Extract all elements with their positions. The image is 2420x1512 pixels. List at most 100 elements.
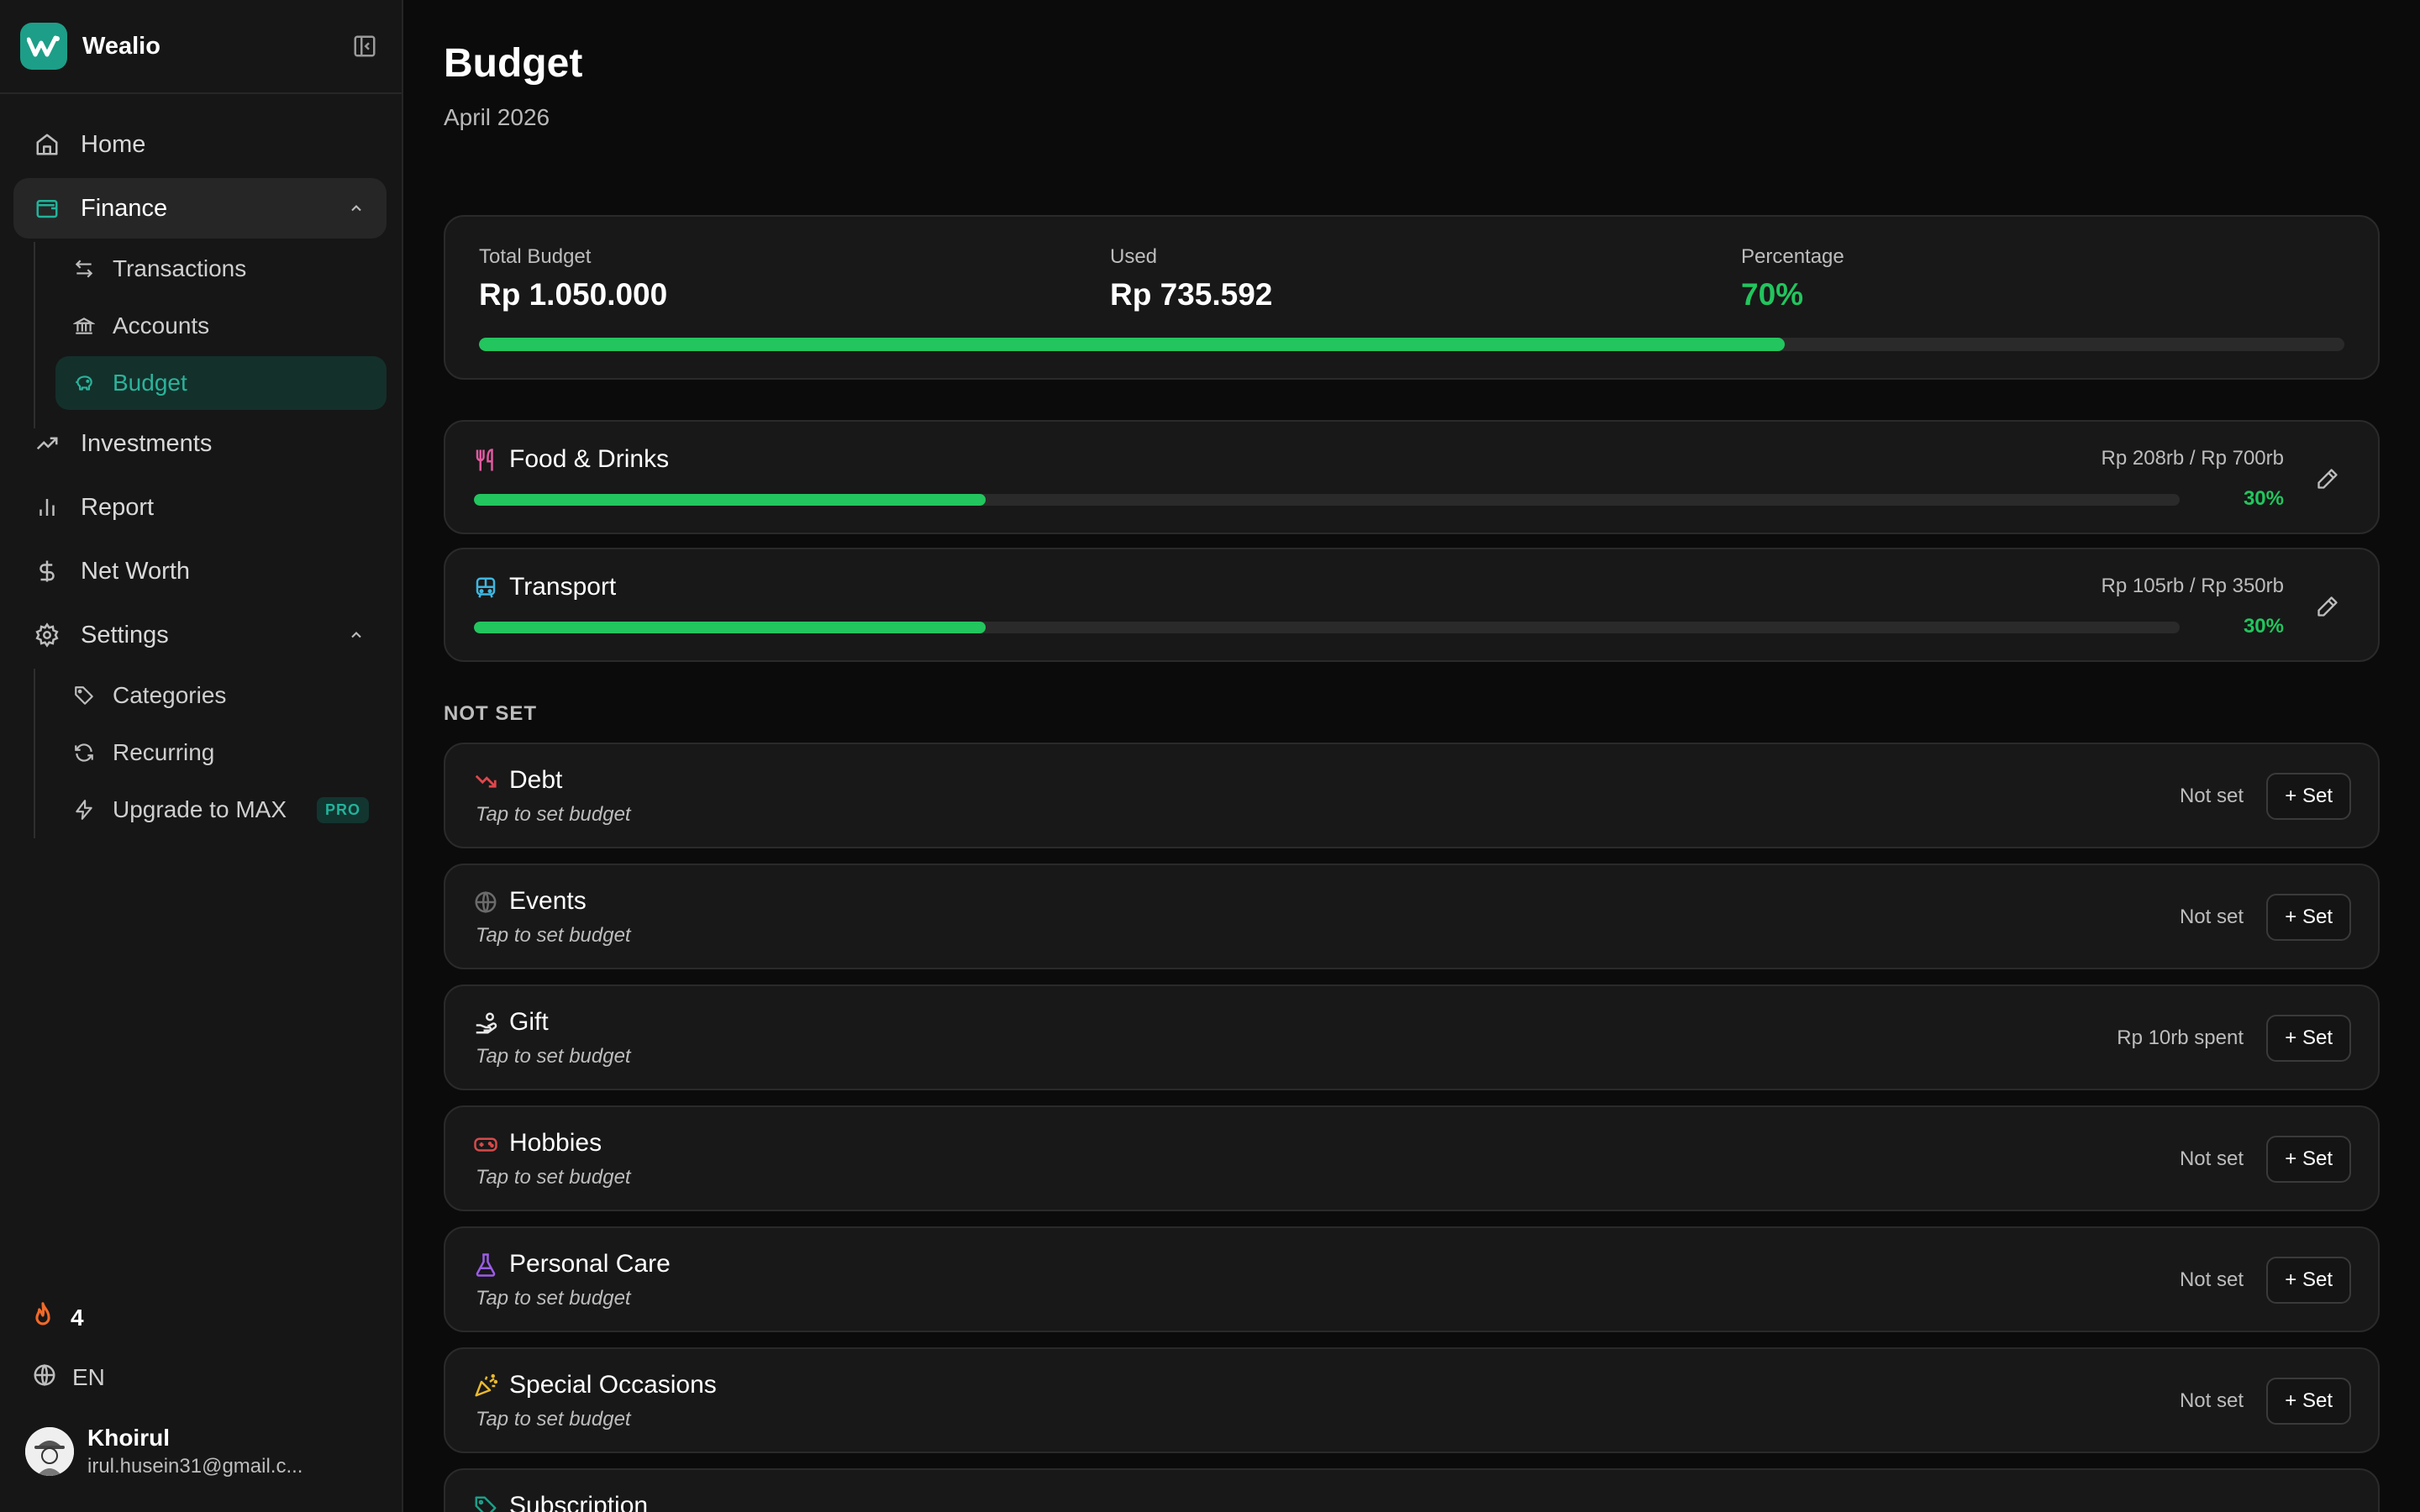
budget-status: Not set xyxy=(2179,1389,2244,1412)
not-set-card-events[interactable]: Events Tap to set budget Not set + Set xyxy=(444,864,2380,969)
budget-category-name: Transport xyxy=(509,573,617,601)
budget-amount: Rp 208rb / Rp 700rb xyxy=(2101,447,2284,470)
language-selector[interactable]: EN xyxy=(32,1362,105,1392)
used-label: Used xyxy=(1110,245,1158,268)
lightning-icon xyxy=(71,796,97,823)
flame-icon xyxy=(29,1300,57,1335)
used-value: Rp 735.592 xyxy=(1110,277,1273,312)
dollar-icon xyxy=(32,556,62,586)
bank-icon xyxy=(71,312,97,339)
sidebar-item-investments[interactable]: Investments xyxy=(13,413,387,474)
user-profile[interactable]: Khoirul irul.husein31@gmail.c... xyxy=(25,1425,302,1478)
budget-card-transport[interactable]: Transport Rp 105rb / Rp 350rb 30% xyxy=(444,548,2380,662)
wallet-icon xyxy=(32,193,62,223)
budget-status: Rp 10rb spent xyxy=(2117,1026,2244,1049)
refresh-icon xyxy=(71,739,97,766)
total-budget-value: Rp 1.050.000 xyxy=(479,277,668,312)
category-name: Subscription xyxy=(509,1492,649,1512)
gamepad-icon xyxy=(472,1131,499,1158)
sidebar-item-label: Categories xyxy=(113,682,227,708)
budget-progress-bar xyxy=(474,494,2180,506)
sidebar-item-label: Upgrade to MAX xyxy=(113,796,287,822)
user-name: Khoirul xyxy=(87,1425,170,1451)
sidebar-item-settings[interactable]: Settings xyxy=(13,605,387,665)
set-budget-hint: Tap to set budget xyxy=(476,1045,631,1068)
sidebar-item-report[interactable]: Report xyxy=(13,477,387,538)
set-budget-button[interactable]: + Set xyxy=(2266,1378,2351,1425)
sidebar-item-finance[interactable]: Finance xyxy=(13,178,387,239)
budget-progress-bar xyxy=(474,622,2180,633)
budget-card-food-drinks[interactable]: Food & Drinks Rp 208rb / Rp 700rb 30% xyxy=(444,420,2380,534)
sidebar-item-label: Recurring xyxy=(113,739,215,765)
sidebar-item-home[interactable]: Home xyxy=(13,114,387,175)
streak-counter[interactable]: 4 xyxy=(29,1300,84,1335)
sidebar-item-label: Home xyxy=(81,130,146,158)
budget-amount: Rp 105rb / Rp 350rb xyxy=(2101,575,2284,597)
budget-status: Not set xyxy=(2179,906,2244,928)
not-set-section-label: NOT SET xyxy=(444,702,538,725)
sidebar-item-label: Finance xyxy=(81,194,168,222)
arrows-left-right-icon xyxy=(71,255,97,282)
settings-submenu-line xyxy=(34,669,35,838)
not-set-card-personal-care[interactable]: Personal Care Tap to set budget Not set … xyxy=(444,1226,2380,1332)
gear-icon xyxy=(32,620,62,650)
globe-icon xyxy=(472,889,499,916)
budget-progress-fill xyxy=(474,622,986,633)
not-set-card-special-occasions[interactable]: Special Occasions Tap to set budget Not … xyxy=(444,1347,2380,1453)
pro-badge: PRO xyxy=(317,796,370,823)
percentage-block: Percentage 70% xyxy=(1741,245,1844,312)
set-budget-button[interactable]: + Set xyxy=(2266,1257,2351,1304)
sidebar-item-transactions[interactable]: Transactions xyxy=(55,242,387,296)
sidebar-item-recurring[interactable]: Recurring xyxy=(55,726,387,780)
chevron-up-icon xyxy=(345,623,368,647)
sidebar-item-label: Budget xyxy=(113,370,187,396)
edit-pencil-icon[interactable] xyxy=(2311,590,2344,623)
sidebar: Wealio Home Finance Transactions Account… xyxy=(0,0,403,1512)
sidebar-collapse-icon[interactable] xyxy=(348,29,381,63)
percentage-label: Percentage xyxy=(1741,245,1844,268)
category-name: Special Occasions xyxy=(509,1371,717,1399)
globe-icon xyxy=(32,1362,57,1392)
sidebar-item-accounts[interactable]: Accounts xyxy=(55,299,387,353)
trending-up-icon xyxy=(32,428,62,459)
wealio-logo-icon xyxy=(20,23,67,70)
avatar xyxy=(25,1427,74,1476)
language-label: EN xyxy=(72,1363,105,1390)
hand-coins-icon xyxy=(472,1010,499,1037)
set-budget-button[interactable]: + Set xyxy=(2266,1136,2351,1183)
not-set-card-gift[interactable]: Gift Tap to set budget Rp 10rb spent + S… xyxy=(444,984,2380,1090)
summary-progress-bar xyxy=(479,338,2344,351)
sidebar-item-upgrade[interactable]: Upgrade to MAX PRO xyxy=(55,783,387,837)
set-budget-button[interactable]: + Set xyxy=(2266,894,2351,941)
budget-summary-card: Total Budget Rp 1.050.000 Used Rp 735.59… xyxy=(444,215,2380,380)
bus-icon xyxy=(472,575,499,601)
edit-pencil-icon[interactable] xyxy=(2311,462,2344,496)
bar-chart-icon xyxy=(32,492,62,522)
total-budget-label: Total Budget xyxy=(479,245,592,268)
set-budget-button[interactable]: + Set xyxy=(2266,1015,2351,1062)
sidebar-item-categories[interactable]: Categories xyxy=(55,669,387,722)
budget-status: Not set xyxy=(2179,1147,2244,1170)
sidebar-item-label: Report xyxy=(81,493,155,521)
budget-category-name: Food & Drinks xyxy=(509,445,670,473)
set-budget-button[interactable]: + Set xyxy=(2266,773,2351,820)
sidebar-item-net-worth[interactable]: Net Worth xyxy=(13,541,387,601)
page-subtitle: April 2026 xyxy=(444,104,550,130)
set-budget-hint: Tap to set budget xyxy=(476,803,631,826)
sidebar-item-label: Investments xyxy=(81,429,213,457)
not-set-card-subscription[interactable]: Subscription xyxy=(444,1468,2380,1512)
summary-progress-fill xyxy=(479,338,1785,351)
sidebar-item-label: Transactions xyxy=(113,255,247,281)
set-budget-hint: Tap to set budget xyxy=(476,1287,631,1310)
budget-percent: 30% xyxy=(2243,487,2284,510)
not-set-card-debt[interactable]: Debt Tap to set budget Not set + Set xyxy=(444,743,2380,848)
flask-icon xyxy=(472,1252,499,1278)
sidebar-item-budget[interactable]: Budget xyxy=(55,356,387,410)
chevron-up-icon xyxy=(345,197,368,220)
not-set-card-hobbies[interactable]: Hobbies Tap to set budget Not set + Set xyxy=(444,1105,2380,1211)
category-name: Debt xyxy=(509,766,563,794)
utensils-icon xyxy=(472,447,499,474)
budget-status: Not set xyxy=(2179,1268,2244,1291)
category-name: Personal Care xyxy=(509,1250,671,1278)
finance-submenu-line xyxy=(34,242,35,428)
